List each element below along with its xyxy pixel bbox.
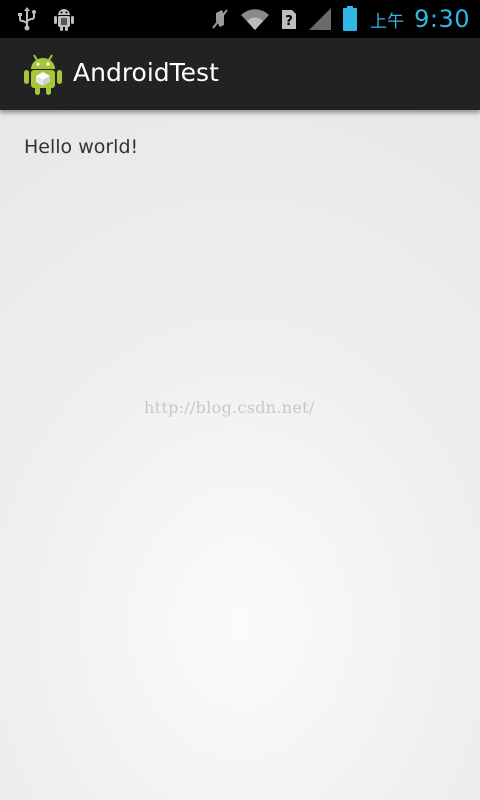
action-bar: AndroidTest <box>0 38 480 110</box>
signal-icon <box>308 7 332 31</box>
hello-world-text: Hello world! <box>24 136 139 158</box>
status-bar-notifications <box>16 6 76 32</box>
status-bar-clock: 9:30 <box>414 5 470 33</box>
app-title: AndroidTest <box>73 58 219 87</box>
status-bar: ? 上午 9:30 <box>0 0 480 38</box>
screen: ? 上午 9:30 AndroidTest Hello world! http:… <box>0 0 480 800</box>
status-bar-system: ? 上午 9:30 <box>210 4 470 34</box>
usb-icon <box>16 7 38 31</box>
no-sim-icon: ? <box>280 7 298 31</box>
vibrate-off-icon <box>210 7 230 31</box>
svg-text:?: ? <box>285 14 293 29</box>
status-bar-ampm: 上午 <box>370 11 405 32</box>
wifi-icon <box>240 7 270 31</box>
battery-icon <box>342 6 358 32</box>
watermark-text: http://blog.csdn.net/ <box>144 398 315 417</box>
android-debug-icon <box>52 6 76 32</box>
android-robot-icon[interactable] <box>22 52 64 96</box>
